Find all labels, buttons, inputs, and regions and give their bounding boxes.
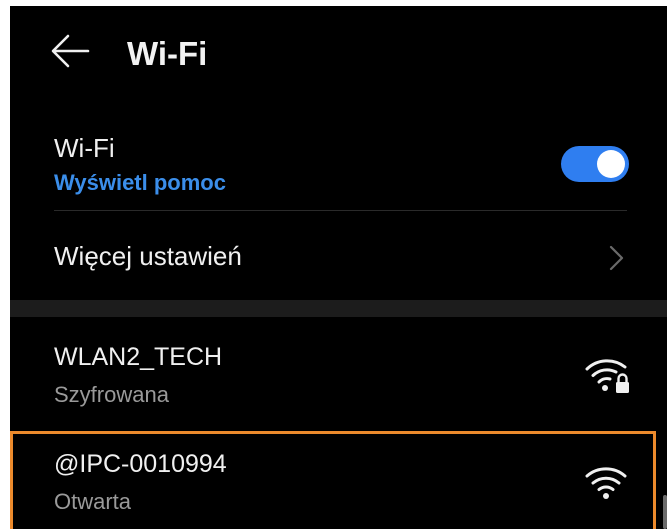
wifi-toggle-label: Wi-Fi bbox=[54, 133, 115, 163]
scrollbar[interactable] bbox=[663, 495, 667, 529]
network-item[interactable]: WLAN2_TECH Szyfrowana bbox=[10, 324, 667, 424]
network-item[interactable]: @IPC-0010994 Otwarta bbox=[10, 431, 667, 529]
network-status: Otwarta bbox=[54, 489, 132, 514]
wifi-toggle-switch[interactable] bbox=[561, 146, 629, 182]
chevron-right-icon bbox=[609, 245, 624, 271]
more-settings-row[interactable]: Więcej ustawień bbox=[10, 212, 667, 300]
toggle-knob bbox=[597, 150, 625, 178]
help-link[interactable]: Wyświetl pomoc bbox=[54, 169, 226, 197]
app-header: Wi-Fi bbox=[10, 6, 667, 106]
network-status: Szyfrowana bbox=[54, 382, 169, 407]
network-name: WLAN2_TECH bbox=[54, 343, 223, 371]
wifi-toggle-row: Wi-Fi Wyświetl pomoc bbox=[10, 114, 667, 214]
network-name: @IPC-0010994 bbox=[54, 450, 227, 478]
divider bbox=[54, 210, 627, 211]
back-button[interactable] bbox=[44, 28, 96, 74]
arrow-left-icon bbox=[51, 34, 90, 68]
wifi-settings-screen: Wi-Fi Wi-Fi Wyświetl pomoc Więcej ustawi… bbox=[10, 6, 667, 529]
page-title: Wi-Fi bbox=[127, 35, 208, 72]
more-settings-label: Więcej ustawień bbox=[54, 241, 242, 271]
wifi-locked-icon bbox=[585, 359, 629, 393]
wifi-icon bbox=[585, 467, 627, 499]
section-separator bbox=[10, 300, 667, 317]
